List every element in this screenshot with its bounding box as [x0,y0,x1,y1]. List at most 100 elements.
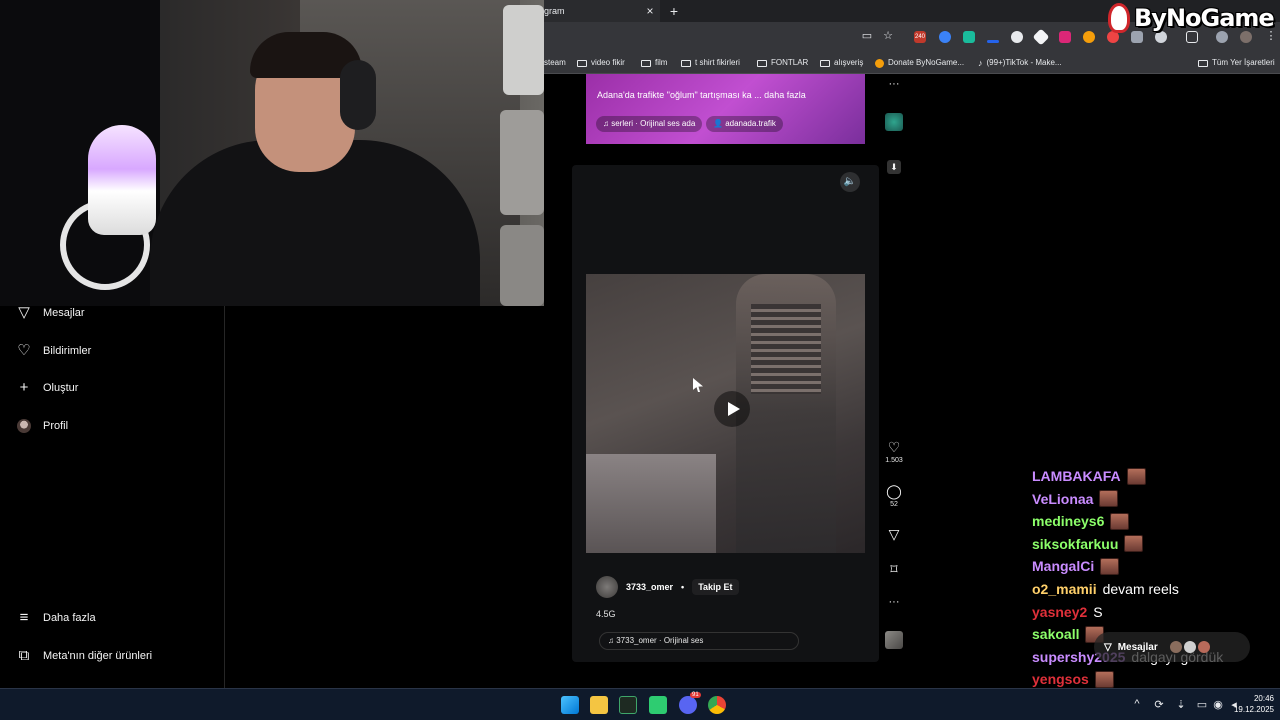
nav-item-profile[interactable]: Profil [16,416,68,436]
author-username[interactable]: 3733_omer [626,582,673,592]
reel-audio-chip[interactable]: ♫ serleri · Orijinal ses ada [596,116,703,132]
windows-taskbar: 91 ^ ⟳ ⇣ ▭ ◉ ◂ 20:46 19.12.2025 [0,688,1280,720]
follow-button[interactable]: Takip Et [692,579,739,595]
folder-icon [757,59,767,67]
system-clock[interactable]: 20:46 19.12.2025 [1222,693,1274,715]
reel-audio-label: serleri · Orijinal ses ada [611,119,696,128]
bookmark-item[interactable]: Donate ByNoGame... [875,52,964,74]
bookmark-item[interactable]: alışveriş [820,52,863,74]
play-button[interactable] [714,391,750,427]
bookmark-label: (99+)TikTok - Make... [986,58,1062,67]
bookmark-item[interactable]: video fikir [577,52,625,74]
extension-badge-icon[interactable]: 240 [914,31,926,43]
reel-player[interactable]: 🔈 3733_omer • Takip Et 4.5G ♫ 3733_omer … [572,165,879,662]
extension-icon[interactable] [1083,31,1095,43]
display-icon[interactable]: ▭ [1195,698,1209,711]
extension-icon[interactable] [939,31,951,43]
bookmark-label: t shirt fikirleri [695,58,740,67]
user-tag-label: adanada.trafik [725,119,776,128]
chat-message: medineys6 [1032,510,1130,532]
nav-label: Oluştur [43,382,79,394]
chat-username: yengsos [1032,671,1089,688]
reel-caption[interactable]: Adana'da trafikte "oğlum" tartışması ka … [597,90,806,100]
bookmark-label: film [655,58,668,67]
message-avatars [1169,641,1210,653]
chat-username: medineys6 [1032,513,1105,530]
reel-video[interactable] [586,274,865,553]
volume-icon[interactable]: 🔈 [840,172,860,192]
bookmark-label: steam [544,58,566,67]
share-icon[interactable]: ▽ [880,526,908,543]
nav-item-create[interactable]: + Oluştur [16,378,79,398]
bookmark-item[interactable]: film [641,52,667,74]
bookmark-item[interactable]: ♪ (99+)TikTok - Make... [978,52,1062,74]
chat-message: MangalCi [1032,555,1120,577]
new-tab-button[interactable]: + [666,2,682,20]
bookmark-item[interactable]: steam [544,52,566,74]
reel-actions: ··· ⬇ ♡ 1.503 ◯ 52 ▽ ⌑ ··· [880,74,908,674]
nav-item-notifications[interactable]: ♡ Bildirimler [16,341,91,361]
audio-thumbnail[interactable] [885,631,903,649]
messages-pill[interactable]: ▽ Mesajlar [1094,632,1250,662]
extension-icon[interactable] [963,31,975,43]
reel-audio-chip[interactable]: ♫ 3733_omer · Orijinal ses [599,632,799,650]
sync-icon[interactable]: ⟳ [1152,698,1166,711]
folder-icon [1198,59,1208,67]
screen-icon[interactable]: ▭ [860,29,874,43]
tab-title: gram [544,6,565,16]
chat-emote-icon [1100,557,1120,575]
previous-reel[interactable]: Adana'da trafikte "oğlum" tartışması ka … [586,74,865,144]
reel-user-tag[interactable]: 👤 adanada.trafik [706,116,783,132]
avatar [1183,641,1196,653]
discord-icon[interactable] [679,696,697,714]
all-bookmarks[interactable]: Tüm Yer İşaretleri [1198,52,1275,74]
chat-emote-icon [1099,490,1119,508]
browser-tab[interactable]: gram × [544,0,660,22]
tab-close-icon[interactable]: × [644,3,656,19]
extension-icon[interactable] [1011,31,1023,43]
send-icon: ▽ [1104,641,1112,653]
play-icon [727,402,740,416]
terminal-icon[interactable] [619,696,637,714]
more-options-icon[interactable]: ··· [880,596,908,608]
chrome-icon[interactable] [708,696,726,714]
more-options-icon[interactable]: ··· [880,78,908,90]
bynogame-logo: ByNoGame [1108,0,1280,36]
clock-time: 20:46 [1253,694,1274,703]
extension-icon[interactable] [1032,28,1050,46]
video-bed [586,454,716,553]
clock-date: 19.12.2025 [1233,705,1274,714]
windows-start-icon[interactable] [561,696,579,714]
folder-icon [577,59,587,67]
scroll-down-icon[interactable]: ⬇ [887,160,901,174]
audio-thumbnail[interactable] [885,113,903,131]
tray-chevron-icon[interactable]: ^ [1130,698,1144,710]
bookmark-item[interactable]: FONTLAR [757,52,808,74]
nav-item-messages[interactable]: ▽ Mesajlar [16,303,84,323]
bynogame-mark-icon [1108,3,1130,33]
bookmark-item[interactable]: t shirt fikirleri [681,52,740,74]
usb-icon[interactable]: ⇣ [1174,698,1188,711]
bookmark-icon[interactable]: ⌑ [880,561,908,578]
chat-emote-icon [1094,670,1114,688]
bookmark-label: alışveriş [834,58,864,67]
separator-dot: • [681,582,685,592]
file-explorer-icon[interactable] [590,696,608,714]
nav-item-more[interactable]: ≡ Daha fazla [16,608,96,628]
star-icon[interactable]: ☆ [881,29,895,43]
like-action[interactable]: ♡ 1.503 [880,439,908,464]
nav-label: Daha fazla [43,612,96,624]
bookmark-label: Donate ByNoGame... [888,58,965,67]
extension-icon[interactable] [1059,31,1071,43]
comment-action[interactable]: ◯ 52 [880,483,908,508]
chat-emote-icon [1110,512,1130,530]
webcam-overlay [0,0,544,306]
chat-username: siksokfarkuu [1032,535,1119,552]
extension-icon[interactable] [987,40,999,43]
author-avatar[interactable] [596,576,618,598]
heart-icon: ♡ [17,342,31,359]
chat-emote-icon [1126,467,1146,485]
chat-app-icon[interactable] [649,696,667,714]
nav-item-meta-products[interactable]: ⧉ Meta'nın diğer ürünleri [16,646,152,666]
nav-label: Bildirimler [43,345,92,357]
